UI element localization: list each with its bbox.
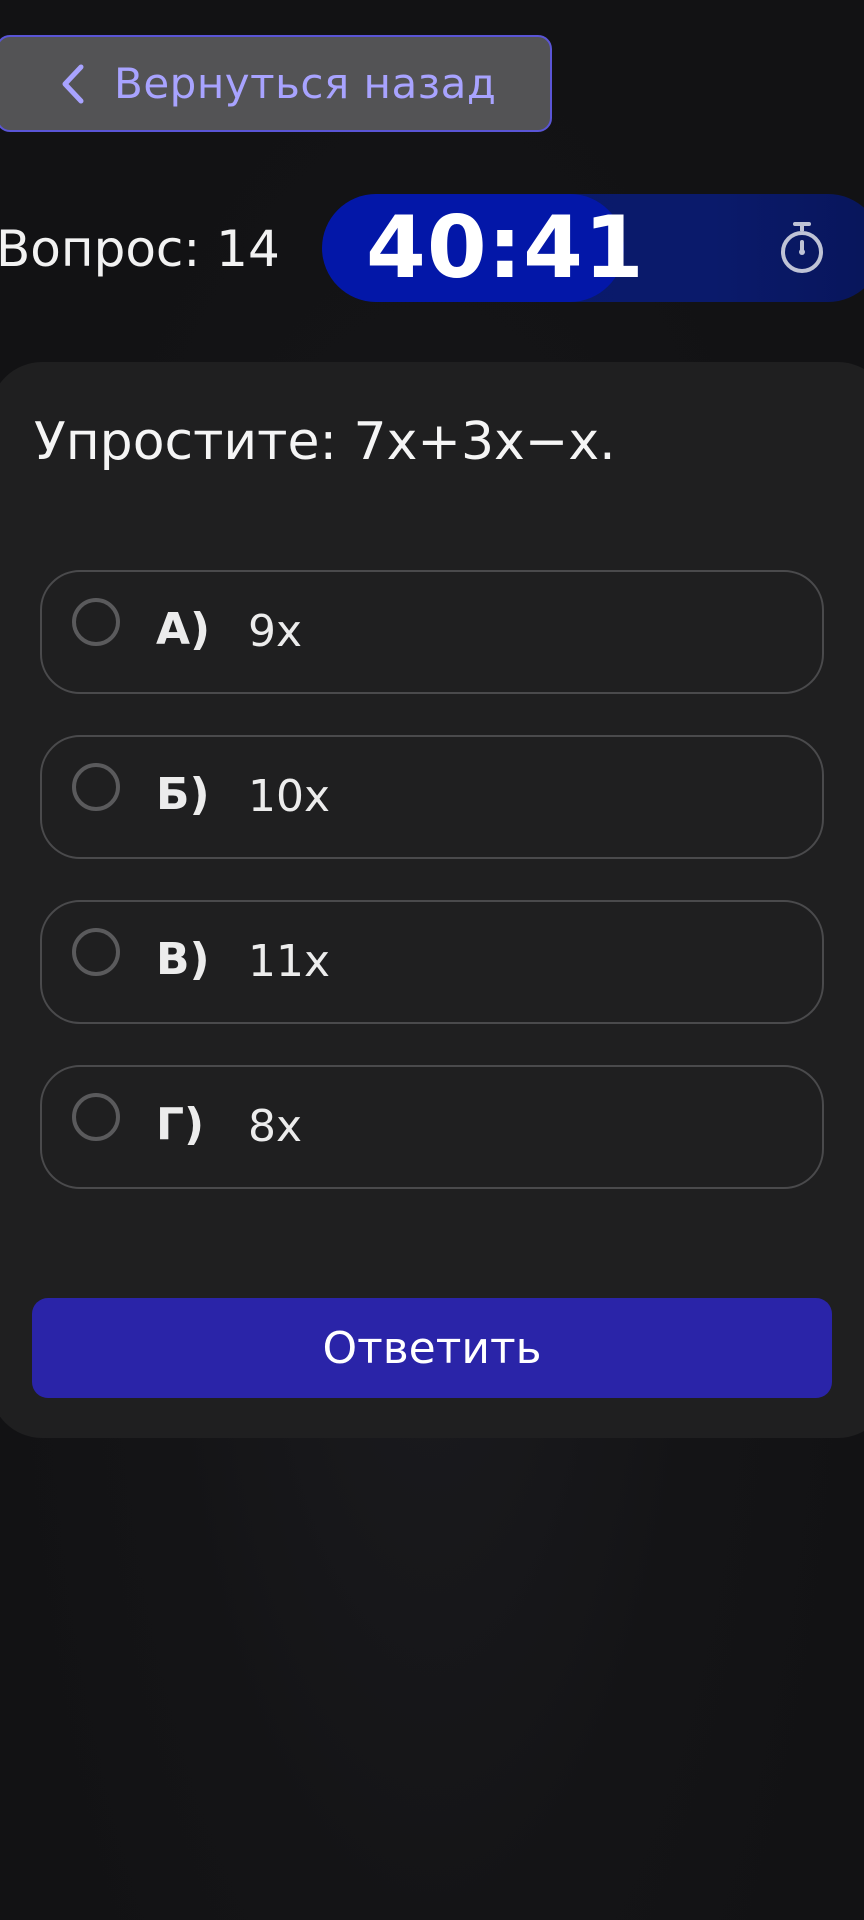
option-letter: Г): [156, 1099, 205, 1150]
question-number: Вопрос: 14: [0, 220, 280, 278]
submit-answer-button[interactable]: Ответить: [32, 1298, 832, 1398]
answer-option-c[interactable]: В) 11x: [40, 900, 824, 1024]
stopwatch-icon: [776, 220, 828, 276]
question-text: Упростите: 7x+3x−x.: [34, 412, 616, 472]
option-letter: Б): [156, 769, 210, 820]
answer-option-d[interactable]: Г) 8x: [40, 1065, 824, 1189]
back-button-label: Вернуться назад: [114, 59, 497, 108]
radio-button[interactable]: [72, 1093, 120, 1141]
option-letter: А): [156, 604, 211, 655]
radio-button[interactable]: [72, 928, 120, 976]
answer-option-b[interactable]: Б) 10x: [40, 735, 824, 859]
option-text: 9x: [248, 606, 303, 657]
radio-button[interactable]: [72, 763, 120, 811]
option-text: 10x: [248, 771, 331, 822]
option-text: 8x: [248, 1101, 303, 1152]
timer-value: 40:41: [366, 198, 645, 298]
question-card: Упростите: 7x+3x−x. А) 9x Б) 10x В) 11x …: [0, 362, 864, 1438]
quiz-screen: Вернуться назад Вопрос: 14 40:41 Упрости…: [0, 0, 864, 1920]
countdown-timer: 40:41: [322, 194, 864, 302]
radio-button[interactable]: [72, 598, 120, 646]
chevron-left-icon: [56, 62, 90, 106]
option-text: 11x: [248, 936, 331, 987]
back-button[interactable]: Вернуться назад: [0, 35, 552, 132]
answer-option-a[interactable]: А) 9x: [40, 570, 824, 694]
option-letter: В): [156, 934, 210, 985]
